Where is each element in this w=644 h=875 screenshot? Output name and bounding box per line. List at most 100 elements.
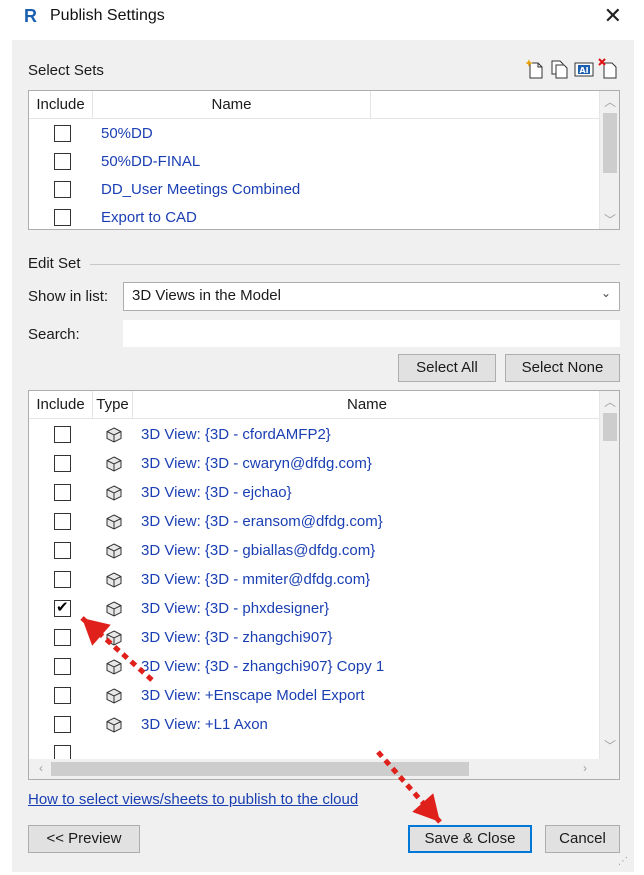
col-name-header[interactable]: Name bbox=[133, 391, 601, 418]
view-row[interactable]: 3D View: +Enscape Model Export bbox=[29, 682, 619, 711]
view-row[interactable]: 3D View: {3D - zhangchi907} bbox=[29, 624, 619, 653]
new-set-icon[interactable] bbox=[525, 58, 546, 80]
view-row[interactable]: 3D View: {3D - phxdesigner} bbox=[29, 595, 619, 624]
views-scroll-thumb[interactable] bbox=[603, 413, 617, 441]
revit-r-icon: R bbox=[24, 6, 37, 26]
select-sets-label: Select Sets bbox=[28, 62, 104, 79]
show-in-list-dropdown[interactable]: 3D Views in the Model ⌄ bbox=[123, 282, 620, 311]
view-include-checkbox[interactable] bbox=[54, 629, 71, 646]
rename-set-icon[interactable]: AI bbox=[574, 58, 594, 80]
show-in-list-value: 3D Views in the Model bbox=[132, 287, 281, 304]
edit-set-divider bbox=[90, 264, 620, 265]
views-hscroll-thumb[interactable] bbox=[51, 762, 469, 776]
sets-vertical-scrollbar[interactable]: ︿ ﹀ bbox=[599, 91, 619, 229]
set-row[interactable]: DD_User Meetings Combined bbox=[29, 177, 619, 206]
title-bar: R Publish Settings ✕ bbox=[0, 0, 644, 34]
view-row[interactable]: 3D View: {3D - mmiter@dfdg.com} bbox=[29, 566, 619, 595]
scroll-up-icon[interactable]: ︿ bbox=[600, 393, 619, 410]
svg-text:AI: AI bbox=[579, 66, 588, 75]
view-name: 3D View: {3D - gbiallas@dfdg.com} bbox=[141, 542, 376, 559]
3d-view-icon bbox=[105, 514, 123, 530]
view-row[interactable]: 3D View: {3D - ejchao} bbox=[29, 479, 619, 508]
view-name: 3D View: {3D - zhangchi907} Copy 1 bbox=[141, 658, 385, 675]
3d-view-icon bbox=[105, 688, 123, 704]
views-list: Include Type Name 3D View: {3D - cfordAM… bbox=[28, 390, 620, 780]
set-name: DD_User Meetings Combined bbox=[101, 181, 301, 198]
show-in-list-label: Show in list: bbox=[28, 288, 109, 305]
scroll-left-icon[interactable]: ‹ bbox=[31, 761, 51, 775]
view-include-checkbox[interactable] bbox=[54, 426, 71, 443]
sets-scroll-thumb[interactable] bbox=[603, 113, 617, 173]
set-row[interactable]: 50%DD-FINAL bbox=[29, 149, 619, 178]
view-row[interactable]: 3D View: {3D - gbiallas@dfdg.com} bbox=[29, 537, 619, 566]
3d-view-icon bbox=[105, 601, 123, 617]
edit-set-label: Edit Set bbox=[28, 255, 81, 272]
dialog-body: Select Sets AI Include Name 50%DD 50%DD-… bbox=[12, 40, 634, 872]
3d-view-icon bbox=[105, 572, 123, 588]
search-label: Search: bbox=[28, 326, 80, 343]
view-name: 3D View: {3D - ejchao} bbox=[141, 484, 292, 501]
3d-view-icon bbox=[105, 543, 123, 559]
view-include-checkbox[interactable] bbox=[54, 571, 71, 588]
col-empty-header bbox=[371, 91, 601, 118]
view-row[interactable]: 3D View: +L1 Axon bbox=[29, 711, 619, 740]
set-name: Export to CAD bbox=[101, 209, 197, 226]
view-include-checkbox[interactable] bbox=[54, 716, 71, 733]
resize-grip-icon[interactable]: ⋰ bbox=[618, 856, 630, 868]
set-name: 50%DD-FINAL bbox=[101, 153, 201, 170]
set-include-checkbox[interactable] bbox=[54, 181, 71, 198]
col-include-header[interactable]: Include bbox=[29, 391, 93, 418]
set-include-checkbox[interactable] bbox=[54, 153, 71, 170]
set-include-checkbox[interactable] bbox=[54, 125, 71, 142]
view-include-checkbox[interactable] bbox=[54, 513, 71, 530]
publish-settings-dialog: R Publish Settings ✕ Select Sets AI Incl… bbox=[0, 0, 644, 875]
set-row[interactable]: Export to CAD bbox=[29, 205, 619, 229]
select-all-button[interactable]: Select All bbox=[398, 354, 496, 382]
view-include-checkbox[interactable] bbox=[54, 598, 71, 617]
search-input[interactable] bbox=[123, 320, 620, 347]
view-include-checkbox[interactable] bbox=[54, 658, 71, 675]
set-include-checkbox[interactable] bbox=[54, 209, 71, 226]
view-name: 3D View: +L1 Axon bbox=[141, 716, 268, 733]
col-name-header[interactable]: Name bbox=[93, 91, 371, 118]
scroll-down-icon[interactable]: ﹀ bbox=[600, 211, 619, 228]
scroll-right-icon[interactable]: › bbox=[575, 761, 595, 775]
3d-view-icon bbox=[105, 659, 123, 675]
view-include-checkbox[interactable] bbox=[54, 484, 71, 501]
cancel-button[interactable]: Cancel bbox=[545, 825, 620, 853]
3d-view-icon bbox=[105, 630, 123, 646]
view-name: 3D View: {3D - mmiter@dfdg.com} bbox=[141, 571, 371, 588]
view-include-checkbox[interactable] bbox=[54, 687, 71, 704]
view-name: 3D View: {3D - cfordAMFP2} bbox=[141, 426, 331, 443]
set-toolbar: AI bbox=[525, 58, 618, 80]
scroll-down-icon[interactable]: ﹀ bbox=[600, 737, 619, 754]
duplicate-set-icon[interactable] bbox=[550, 58, 570, 80]
view-name: 3D View: {3D - zhangchi907} bbox=[141, 629, 333, 646]
3d-view-icon bbox=[105, 456, 123, 472]
delete-set-icon[interactable] bbox=[598, 58, 618, 80]
set-row[interactable]: 50%DD bbox=[29, 121, 619, 150]
col-type-header[interactable]: Type bbox=[93, 391, 133, 418]
preview-button[interactable]: << Preview bbox=[28, 825, 140, 853]
select-none-button[interactable]: Select None bbox=[505, 354, 620, 382]
chevron-down-icon: ⌄ bbox=[600, 286, 611, 300]
view-name: 3D View: {3D - cwaryn@dfdg.com} bbox=[141, 455, 372, 472]
view-row[interactable]: 3D View: {3D - cwaryn@dfdg.com} bbox=[29, 450, 619, 479]
view-row[interactable]: 3D View: {3D - cfordAMFP2} bbox=[29, 421, 619, 450]
views-list-header: Include Type Name bbox=[29, 391, 601, 419]
view-row[interactable]: 3D View: {3D - zhangchi907} Copy 1 bbox=[29, 653, 619, 682]
view-row[interactable]: 3D View: {3D - eransom@dfdg.com} bbox=[29, 508, 619, 537]
view-include-checkbox[interactable] bbox=[54, 542, 71, 559]
select-sets-header: Include Name bbox=[29, 91, 601, 119]
col-include-header[interactable]: Include bbox=[29, 91, 93, 118]
save-close-button[interactable]: Save & Close bbox=[408, 825, 532, 853]
help-link[interactable]: How to select views/sheets to publish to… bbox=[28, 791, 358, 808]
3d-view-icon bbox=[105, 485, 123, 501]
views-horizontal-scrollbar[interactable]: ‹ › bbox=[29, 759, 619, 779]
views-vertical-scrollbar[interactable]: ︿ ﹀ bbox=[599, 391, 619, 759]
view-include-checkbox[interactable] bbox=[54, 455, 71, 472]
close-icon[interactable]: ✕ bbox=[604, 4, 622, 28]
scroll-up-icon[interactable]: ︿ bbox=[600, 93, 619, 110]
dialog-title: Publish Settings bbox=[50, 7, 165, 24]
3d-view-icon bbox=[105, 427, 123, 443]
